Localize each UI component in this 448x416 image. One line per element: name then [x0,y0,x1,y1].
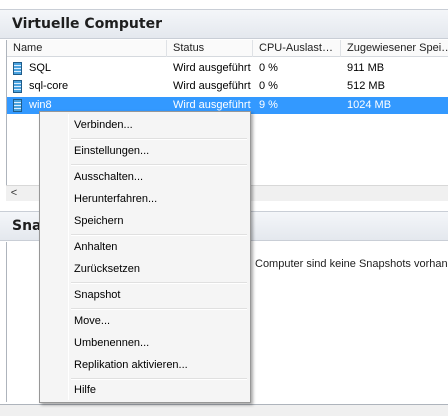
chevron-left-icon[interactable]: < [8,186,20,201]
menu-item-settings[interactable]: Einstellungen... [42,141,248,161]
vm-context-menu: Verbinden... Einstellungen... Ausschalte… [39,111,251,403]
menu-item-snapshot[interactable]: Snapshot [42,285,248,305]
vm-row-sql[interactable]: SQL Wird ausgeführt 0 % 911 MB [7,60,448,77]
virtual-machine-icon [13,80,22,93]
menu-item-save[interactable]: Speichern [42,211,248,231]
menu-separator [71,234,247,236]
vm-status: Wird ausgeführt [173,80,251,92]
menu-item-turn-off[interactable]: Ausschalten... [42,167,248,187]
vm-list-header: Name Status CPU-Auslast… Zugewiesener Sp… [7,40,448,57]
vm-name: SQL [29,62,52,74]
column-name[interactable]: Name [7,40,167,57]
menu-separator [71,138,247,140]
menu-item-rename[interactable]: Umbenennen... [42,333,248,353]
virtual-machine-icon [13,62,22,75]
menu-item-reset[interactable]: Zurücksetzen [42,259,248,279]
virtual-machine-icon [13,99,22,112]
menu-item-pause[interactable]: Anhalten [42,237,248,257]
snapshot-empty-message: Computer sind keine Snapshots vorhande [255,258,448,270]
menu-separator [71,282,247,284]
menu-item-enable-replication[interactable]: Replikation aktivieren... [42,355,248,375]
column-cpu[interactable]: CPU-Auslast… [253,40,341,57]
panel-divider [0,404,448,416]
vm-row-sql-core[interactable]: sql-core Wird ausgeführt 0 % 512 MB [7,78,448,95]
column-status[interactable]: Status [167,40,253,57]
vm-panel-title: Virtuelle Computer [0,9,448,39]
vm-cpu: 9 % [259,99,278,111]
vm-cpu: 0 % [259,62,278,74]
menu-item-connect[interactable]: Verbinden... [42,115,248,135]
menu-item-move[interactable]: Move... [42,311,248,331]
vm-cpu: 0 % [259,80,278,92]
menu-separator [71,164,247,166]
column-memory[interactable]: Zugewiesener Spei… [341,40,448,57]
menu-item-shut-down[interactable]: Herunterfahren... [42,189,248,209]
vm-memory: 1024 MB [347,99,392,111]
menu-separator [71,308,247,310]
vm-memory: 512 MB [347,80,385,92]
menu-item-help[interactable]: Hilfe [42,380,248,400]
vm-name: sql-core [29,80,69,92]
vm-memory: 911 MB [347,62,385,74]
vm-status: Wird ausgeführt [173,62,251,74]
